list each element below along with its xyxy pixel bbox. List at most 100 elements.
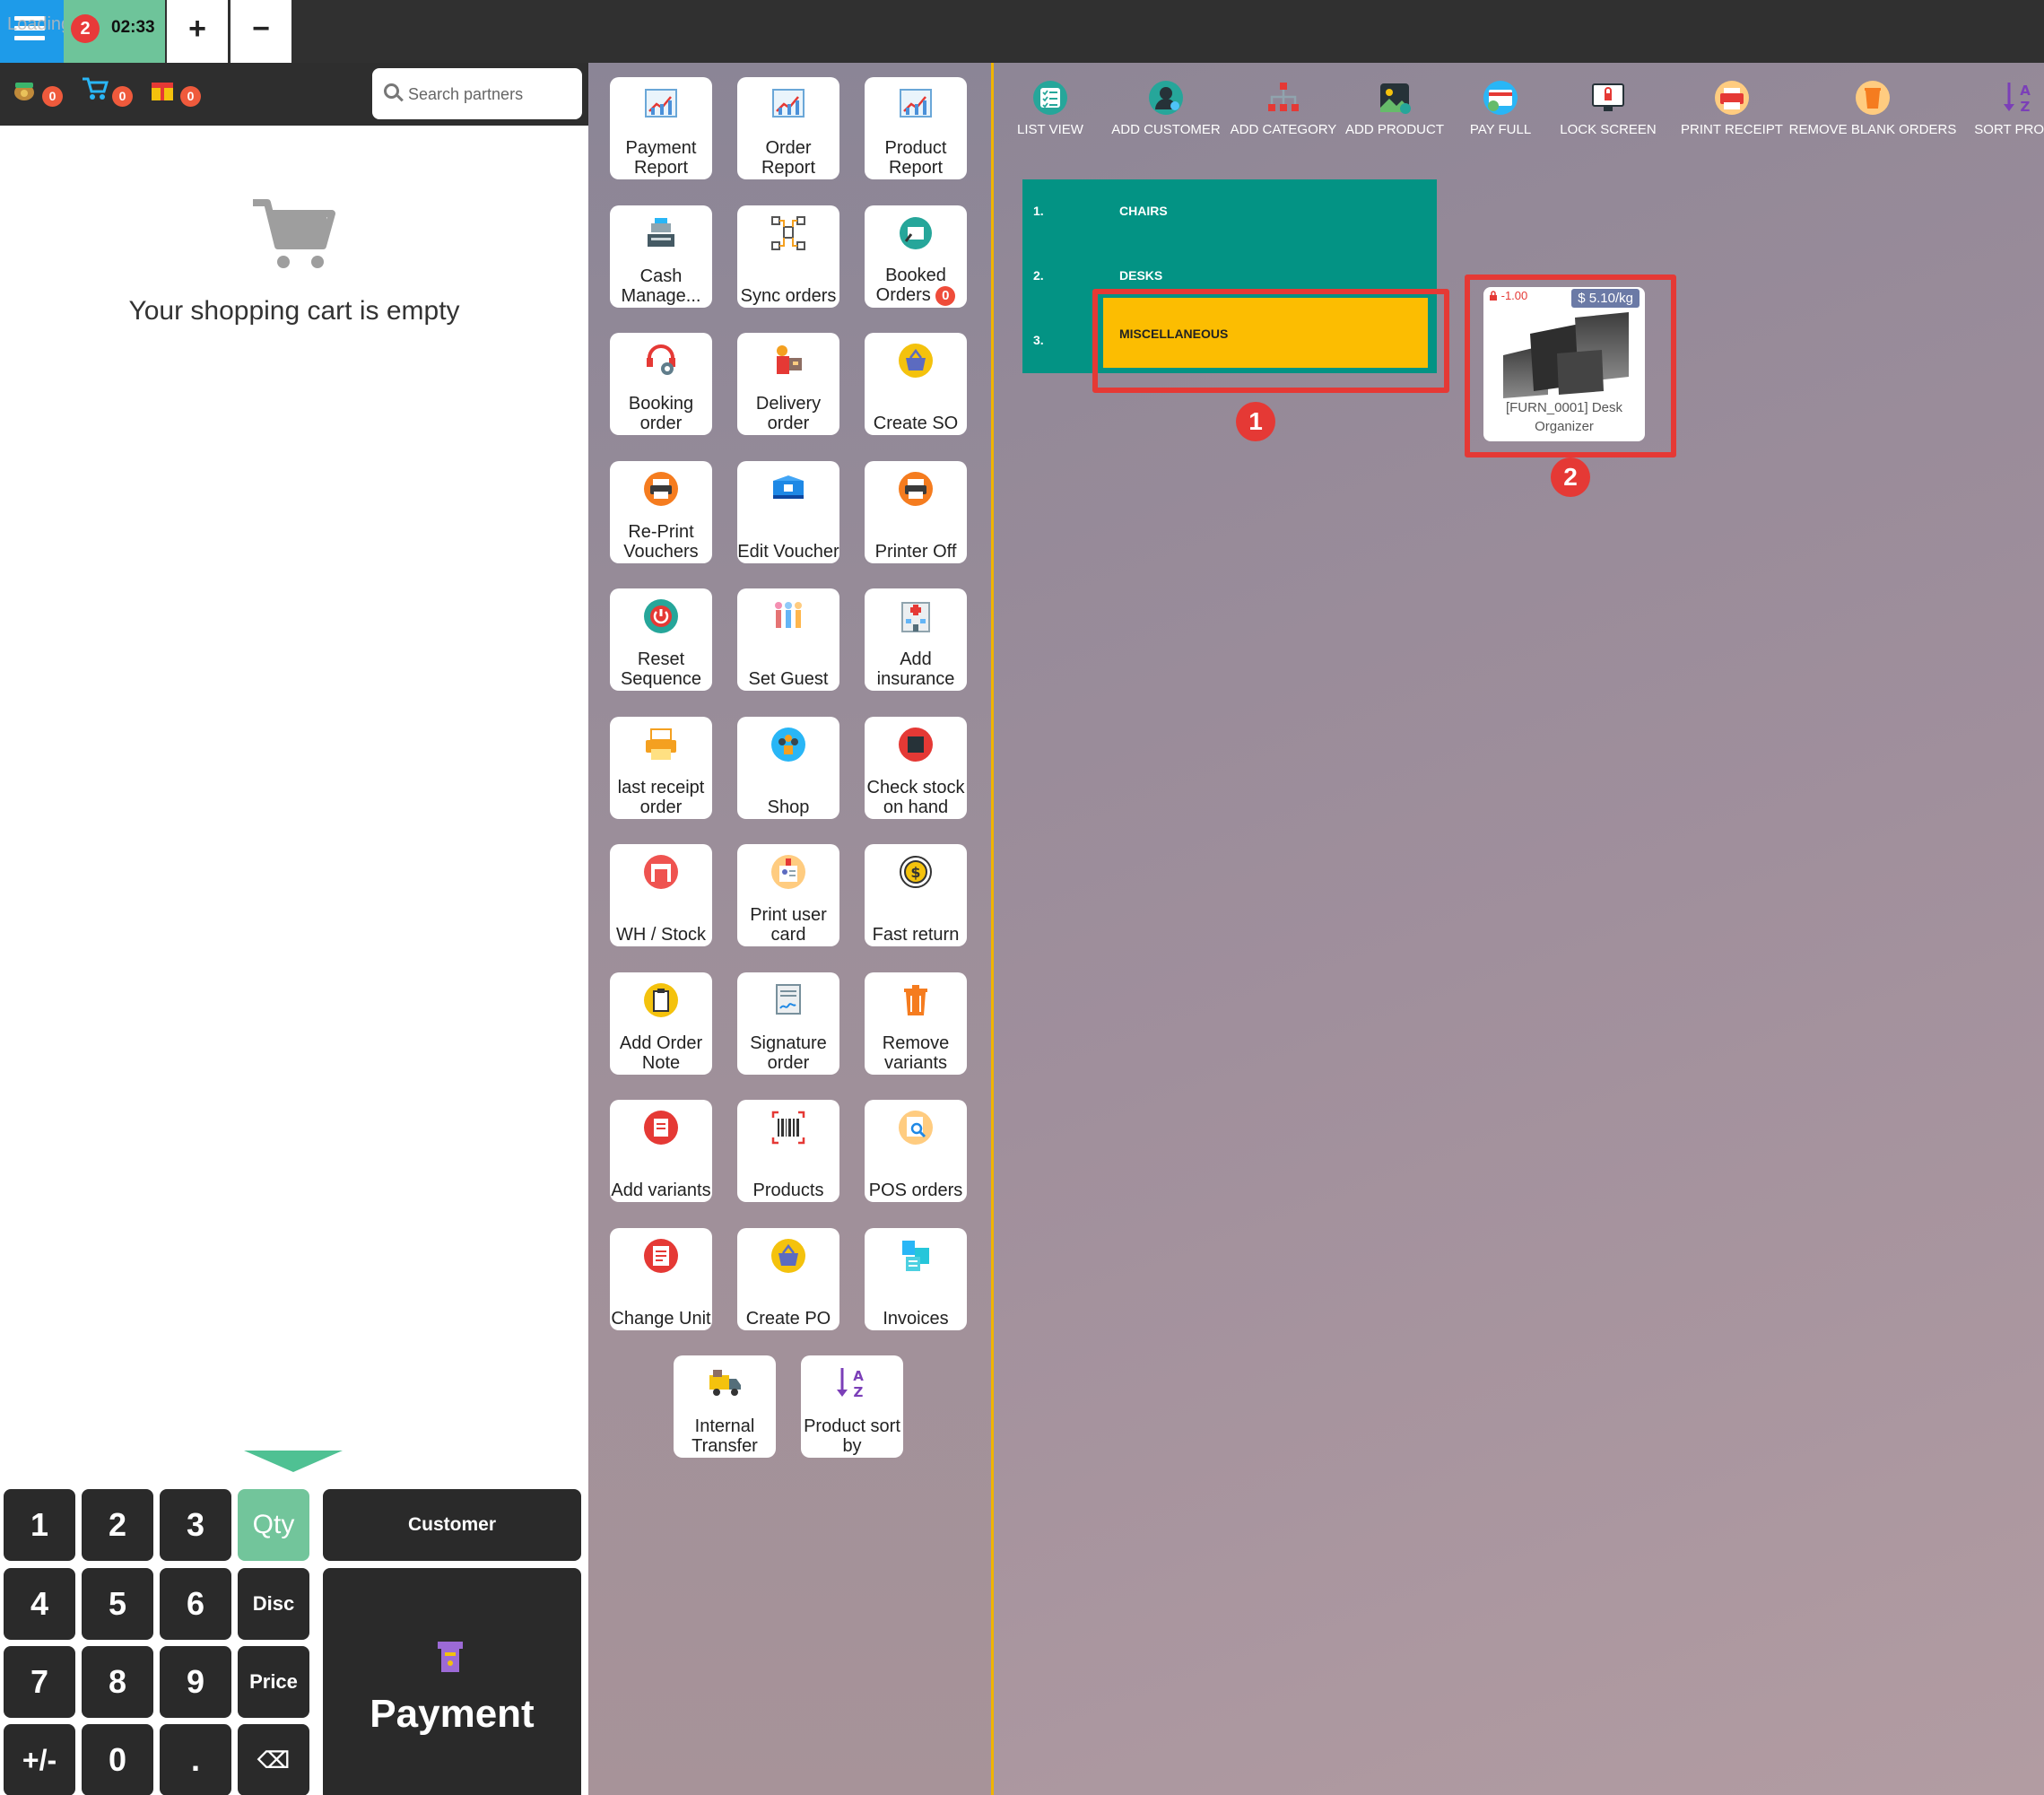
add-order-button[interactable]: + [167, 0, 228, 63]
fn-button-print-user-card[interactable]: Print user card [737, 844, 839, 946]
search-partners-input[interactable] [408, 78, 574, 110]
fn-button-sync-orders[interactable]: Sync orders [737, 205, 839, 308]
trash-icon [897, 981, 935, 1019]
product-card[interactable]: -1.00 $ 5.10/kg [FURN_0001] Desk Organiz… [1483, 287, 1645, 441]
toolbar-add-category[interactable]: ADD CATEGORY [1225, 79, 1342, 151]
hospital-icon [897, 597, 935, 635]
decimal-key[interactable]: . [160, 1724, 231, 1795]
fn-button-label: Internal Transfer [674, 1416, 776, 1456]
gift-counter[interactable]: 0 [149, 75, 212, 111]
toolbar-sort-produ[interactable]: AZ SORT PRODU [1965, 79, 2044, 151]
fn-button-invoices[interactable]: Invoices [865, 1227, 967, 1330]
fn-button-printer-off[interactable]: Printer Off [865, 460, 967, 563]
fn-button-change-unit[interactable]: Change Unit [610, 1227, 712, 1330]
price-mode-button[interactable]: Price [238, 1646, 309, 1718]
search-box[interactable] [372, 68, 582, 119]
key-3[interactable]: 3 [160, 1489, 231, 1561]
svg-text:$: $ [910, 864, 920, 881]
plus-minus-key[interactable]: +/- [4, 1724, 75, 1795]
fn-button-create-so[interactable]: Create SO [865, 333, 967, 435]
qty-mode-button[interactable]: Qty [238, 1489, 309, 1561]
fn-button-reset-sequence[interactable]: Reset Sequence [610, 588, 712, 691]
fn-button-pos-orders[interactable]: POS orders [865, 1100, 967, 1202]
warehouse-icon [642, 853, 680, 891]
key-4[interactable]: 4 [4, 1568, 75, 1640]
toolbar-lock-screen[interactable]: LOCK SCREEN [1559, 79, 1657, 151]
fn-button-booking-order[interactable]: Booking order [610, 333, 712, 435]
key-8[interactable]: 8 [82, 1646, 153, 1718]
product-name: [FURN_0001] Desk Organizer [1505, 400, 1623, 434]
search-document-icon [897, 1109, 935, 1146]
fn-button-delivery-order[interactable]: Delivery order [737, 333, 839, 435]
menu-button[interactable]: Loading... [0, 0, 86, 63]
key-7[interactable]: 7 [4, 1646, 75, 1718]
fn-label-text: Re-Print Vouchers [623, 521, 699, 562]
fn-button-set-guest[interactable]: Set Guest [737, 588, 839, 691]
fn-button-shop[interactable]: Shop [737, 716, 839, 819]
fn-button-remove-variants[interactable]: Remove variants [865, 972, 967, 1075]
guests-icon [770, 597, 807, 635]
fn-button-add-order-note[interactable]: Add Order Note [610, 972, 712, 1075]
fn-button-label: WH / Stock [610, 925, 712, 945]
toolbar-remove-blank-orders[interactable]: REMOVE BLANK ORDERS [1783, 79, 1962, 151]
numpad-toggle-icon[interactable] [244, 1451, 343, 1472]
print-receipt-icon [1713, 79, 1751, 117]
truck-icon [706, 1364, 744, 1402]
toolbar-pay-full[interactable]: PAY FULL [1460, 79, 1541, 151]
fn-button-payment-report[interactable]: Payment Report [610, 77, 712, 179]
voucher-icon [770, 470, 807, 508]
fn-button-fast-return[interactable]: $ Fast return [865, 844, 967, 946]
fn-button-order-report[interactable]: Order Report [737, 77, 839, 179]
fn-button-last-receipt-order[interactable]: last receipt order [610, 716, 712, 819]
fn-button-label: Print user card [737, 905, 839, 945]
fn-button-products[interactable]: Products [737, 1100, 839, 1202]
fn-button-label: Fast return [865, 925, 967, 945]
key-6[interactable]: 6 [160, 1568, 231, 1640]
sync-network-icon [770, 214, 807, 252]
order-time: 02:33 [111, 18, 155, 37]
booking-icon [642, 342, 680, 379]
key-9[interactable]: 9 [160, 1646, 231, 1718]
toolbar-list-view[interactable]: LIST VIEW [1010, 79, 1091, 151]
fn-button-wh-stock[interactable]: WH / Stock [610, 844, 712, 946]
fn-button-booked-orders[interactable]: Booked Orders 0 [865, 205, 967, 308]
key-2[interactable]: 2 [82, 1489, 153, 1561]
fn-button-create-po[interactable]: Create PO [737, 1227, 839, 1330]
cash-register-icon [642, 214, 680, 252]
fn-button-product-report[interactable]: Product Report [865, 77, 967, 179]
money-counter[interactable]: 0 [11, 75, 74, 111]
fn-button-add-variants[interactable]: Add variants [610, 1100, 712, 1202]
toolbar-label: ADD CUSTOMER [1111, 122, 1221, 137]
fn-button-cash-manage[interactable]: Cash Manage... [610, 205, 712, 308]
fn-button-internal-transfer[interactable]: Internal Transfer [674, 1355, 776, 1458]
customer-button[interactable]: Customer [323, 1489, 581, 1561]
disc-mode-button[interactable]: Disc [238, 1568, 309, 1640]
lock-icon [1490, 291, 1497, 301]
fn-button-add-insurance[interactable]: Add insurance [865, 588, 967, 691]
payment-label: Payment [370, 1692, 535, 1736]
toolbar-add-product[interactable]: ADD PRODUCT [1345, 79, 1444, 151]
toolbar-print-receipt[interactable]: PRINT RECEIPT [1674, 79, 1790, 151]
category-chairs[interactable]: 1. CHAIRS [1022, 179, 1437, 242]
cart-icon [81, 75, 109, 109]
payment-button[interactable]: Payment [323, 1568, 581, 1795]
id-card-icon [770, 853, 807, 891]
fn-button-check-stock-on-hand[interactable]: Check stock on hand [865, 716, 967, 819]
cart-counter[interactable]: 0 [81, 75, 144, 111]
toolbar-label: ADD CATEGORY [1230, 122, 1337, 137]
fn-button-re-print-vouchers[interactable]: Re-Print Vouchers [610, 460, 712, 563]
fn-button-signature-order[interactable]: Signature order [737, 972, 839, 1075]
remove-order-button[interactable]: − [230, 0, 291, 63]
category-name: DESKS [1119, 268, 1163, 283]
dollar-coin-icon: $ [897, 853, 935, 891]
key-1[interactable]: 1 [4, 1489, 75, 1561]
fn-label-text: Order Report [761, 138, 816, 178]
fn-button-product-sort-by[interactable]: A Z Product sort by [801, 1355, 903, 1458]
shop-team-icon [770, 726, 807, 763]
fn-button-edit-voucher[interactable]: Edit Voucher [737, 460, 839, 563]
key-5[interactable]: 5 [82, 1568, 153, 1640]
order-tab[interactable]: 2 02:33 [64, 0, 165, 63]
key-0[interactable]: 0 [82, 1724, 153, 1795]
toolbar-add-customer[interactable]: ADD CUSTOMER [1103, 79, 1229, 151]
backspace-key[interactable]: ⌫ [238, 1724, 309, 1795]
